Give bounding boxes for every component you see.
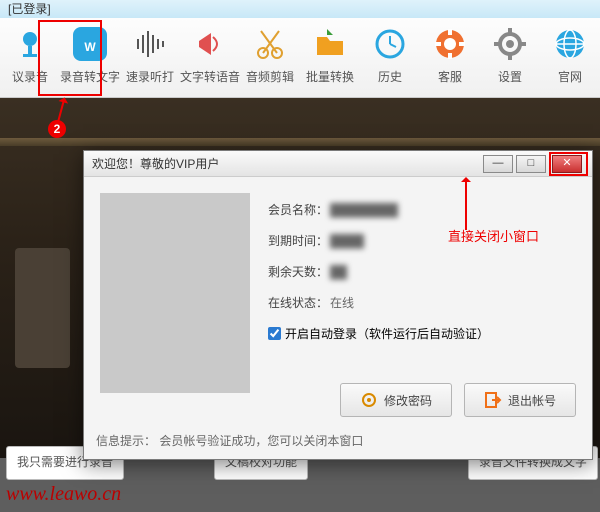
window-title-bar: [已登录]: [0, 0, 600, 18]
folder-icon: [310, 24, 350, 64]
member-info: 会员名称：████████ 到期时间：████ 剩余天数：██ 在线状态：在线 …: [268, 193, 576, 401]
close-button[interactable]: ✕: [552, 155, 582, 173]
label-expire: 到期时间：: [268, 232, 330, 249]
footer-label: 信息提示：: [96, 434, 156, 448]
auto-login-input[interactable]: [268, 327, 281, 340]
window-title: [已登录]: [8, 2, 51, 16]
tool-label: 文字转语音: [180, 68, 240, 85]
tool-label: 议录音: [0, 68, 60, 85]
tool-batch[interactable]: 批量转换: [300, 18, 360, 97]
gear-small-icon: [360, 391, 378, 409]
vip-dialog: 欢迎您！尊敬的VIP用户 — □ ✕ 会员名称：████████ 到期时间：██…: [83, 150, 593, 460]
auto-login-label: 开启自动登录（软件运行后自动验证）: [285, 325, 489, 342]
dialog-titlebar: 欢迎您！尊敬的VIP用户 — □ ✕: [84, 151, 592, 177]
minimize-button[interactable]: —: [483, 155, 513, 173]
label-name: 会员名称：: [268, 201, 330, 218]
tool-audio-to-text[interactable]: W 录音转文字: [60, 18, 120, 97]
avatar-placeholder: [100, 193, 250, 393]
tool-tts[interactable]: 文字转语音: [180, 18, 240, 97]
footer-msg: 会员帐号验证成功，您可以关闭本窗口: [159, 434, 363, 448]
tool-label: 音频剪辑: [240, 68, 300, 85]
value-days: ██: [330, 265, 347, 279]
auto-login-checkbox[interactable]: 开启自动登录（软件运行后自动验证）: [268, 325, 576, 342]
value-status: 在线: [330, 294, 354, 311]
gear-icon: [490, 24, 530, 64]
w-icon: W: [70, 24, 110, 64]
label-status: 在线状态：: [268, 294, 330, 311]
logout-button[interactable]: 退出帐号: [464, 383, 576, 417]
step-badge-2: 2: [48, 120, 66, 138]
tool-label: 官网: [540, 68, 600, 85]
watermark: www.leawo.cn: [6, 483, 121, 506]
tool-label: 历史: [360, 68, 420, 85]
value-name: ████████: [330, 203, 398, 217]
value-expire: ████: [330, 234, 364, 248]
horn-icon: [190, 24, 230, 64]
mic-icon: [10, 24, 50, 64]
cut-icon: [250, 24, 290, 64]
tool-history[interactable]: 历史: [360, 18, 420, 97]
globe-icon: [550, 24, 590, 64]
tool-audio-edit[interactable]: 音频剪辑: [240, 18, 300, 97]
tool-label: 批量转换: [300, 68, 360, 85]
tool-label: 客服: [420, 68, 480, 85]
tool-label: 设置: [480, 68, 540, 85]
dialog-title: 欢迎您！尊敬的VIP用户: [92, 155, 483, 172]
support-icon: [430, 24, 470, 64]
main-toolbar: 议录音 W 录音转文字 速录听打 文字转语音 音频剪辑 批量转换 历史 客服 设…: [0, 18, 600, 98]
history-icon: [370, 24, 410, 64]
close-highlight: ✕: [549, 152, 588, 176]
logout-icon: [484, 391, 502, 409]
label-days: 剩余天数：: [268, 263, 330, 280]
tool-label: 速录听打: [120, 68, 180, 85]
maximize-button[interactable]: □: [516, 155, 546, 173]
tool-support[interactable]: 客服: [420, 18, 480, 97]
tool-website[interactable]: 官网: [540, 18, 600, 97]
tool-fast-typing[interactable]: 速录听打: [120, 18, 180, 97]
dialog-footer: 信息提示： 会员帐号验证成功，您可以关闭本窗口: [96, 432, 363, 449]
wave-icon: [130, 24, 170, 64]
svg-text:W: W: [84, 40, 96, 54]
tool-meeting-record[interactable]: 议录音: [0, 18, 60, 97]
change-password-button[interactable]: 修改密码: [340, 383, 452, 417]
tool-settings[interactable]: 设置: [480, 18, 540, 97]
annotation-text-1: 直接关闭小窗口: [448, 226, 539, 245]
tool-label: 录音转文字: [60, 68, 120, 85]
